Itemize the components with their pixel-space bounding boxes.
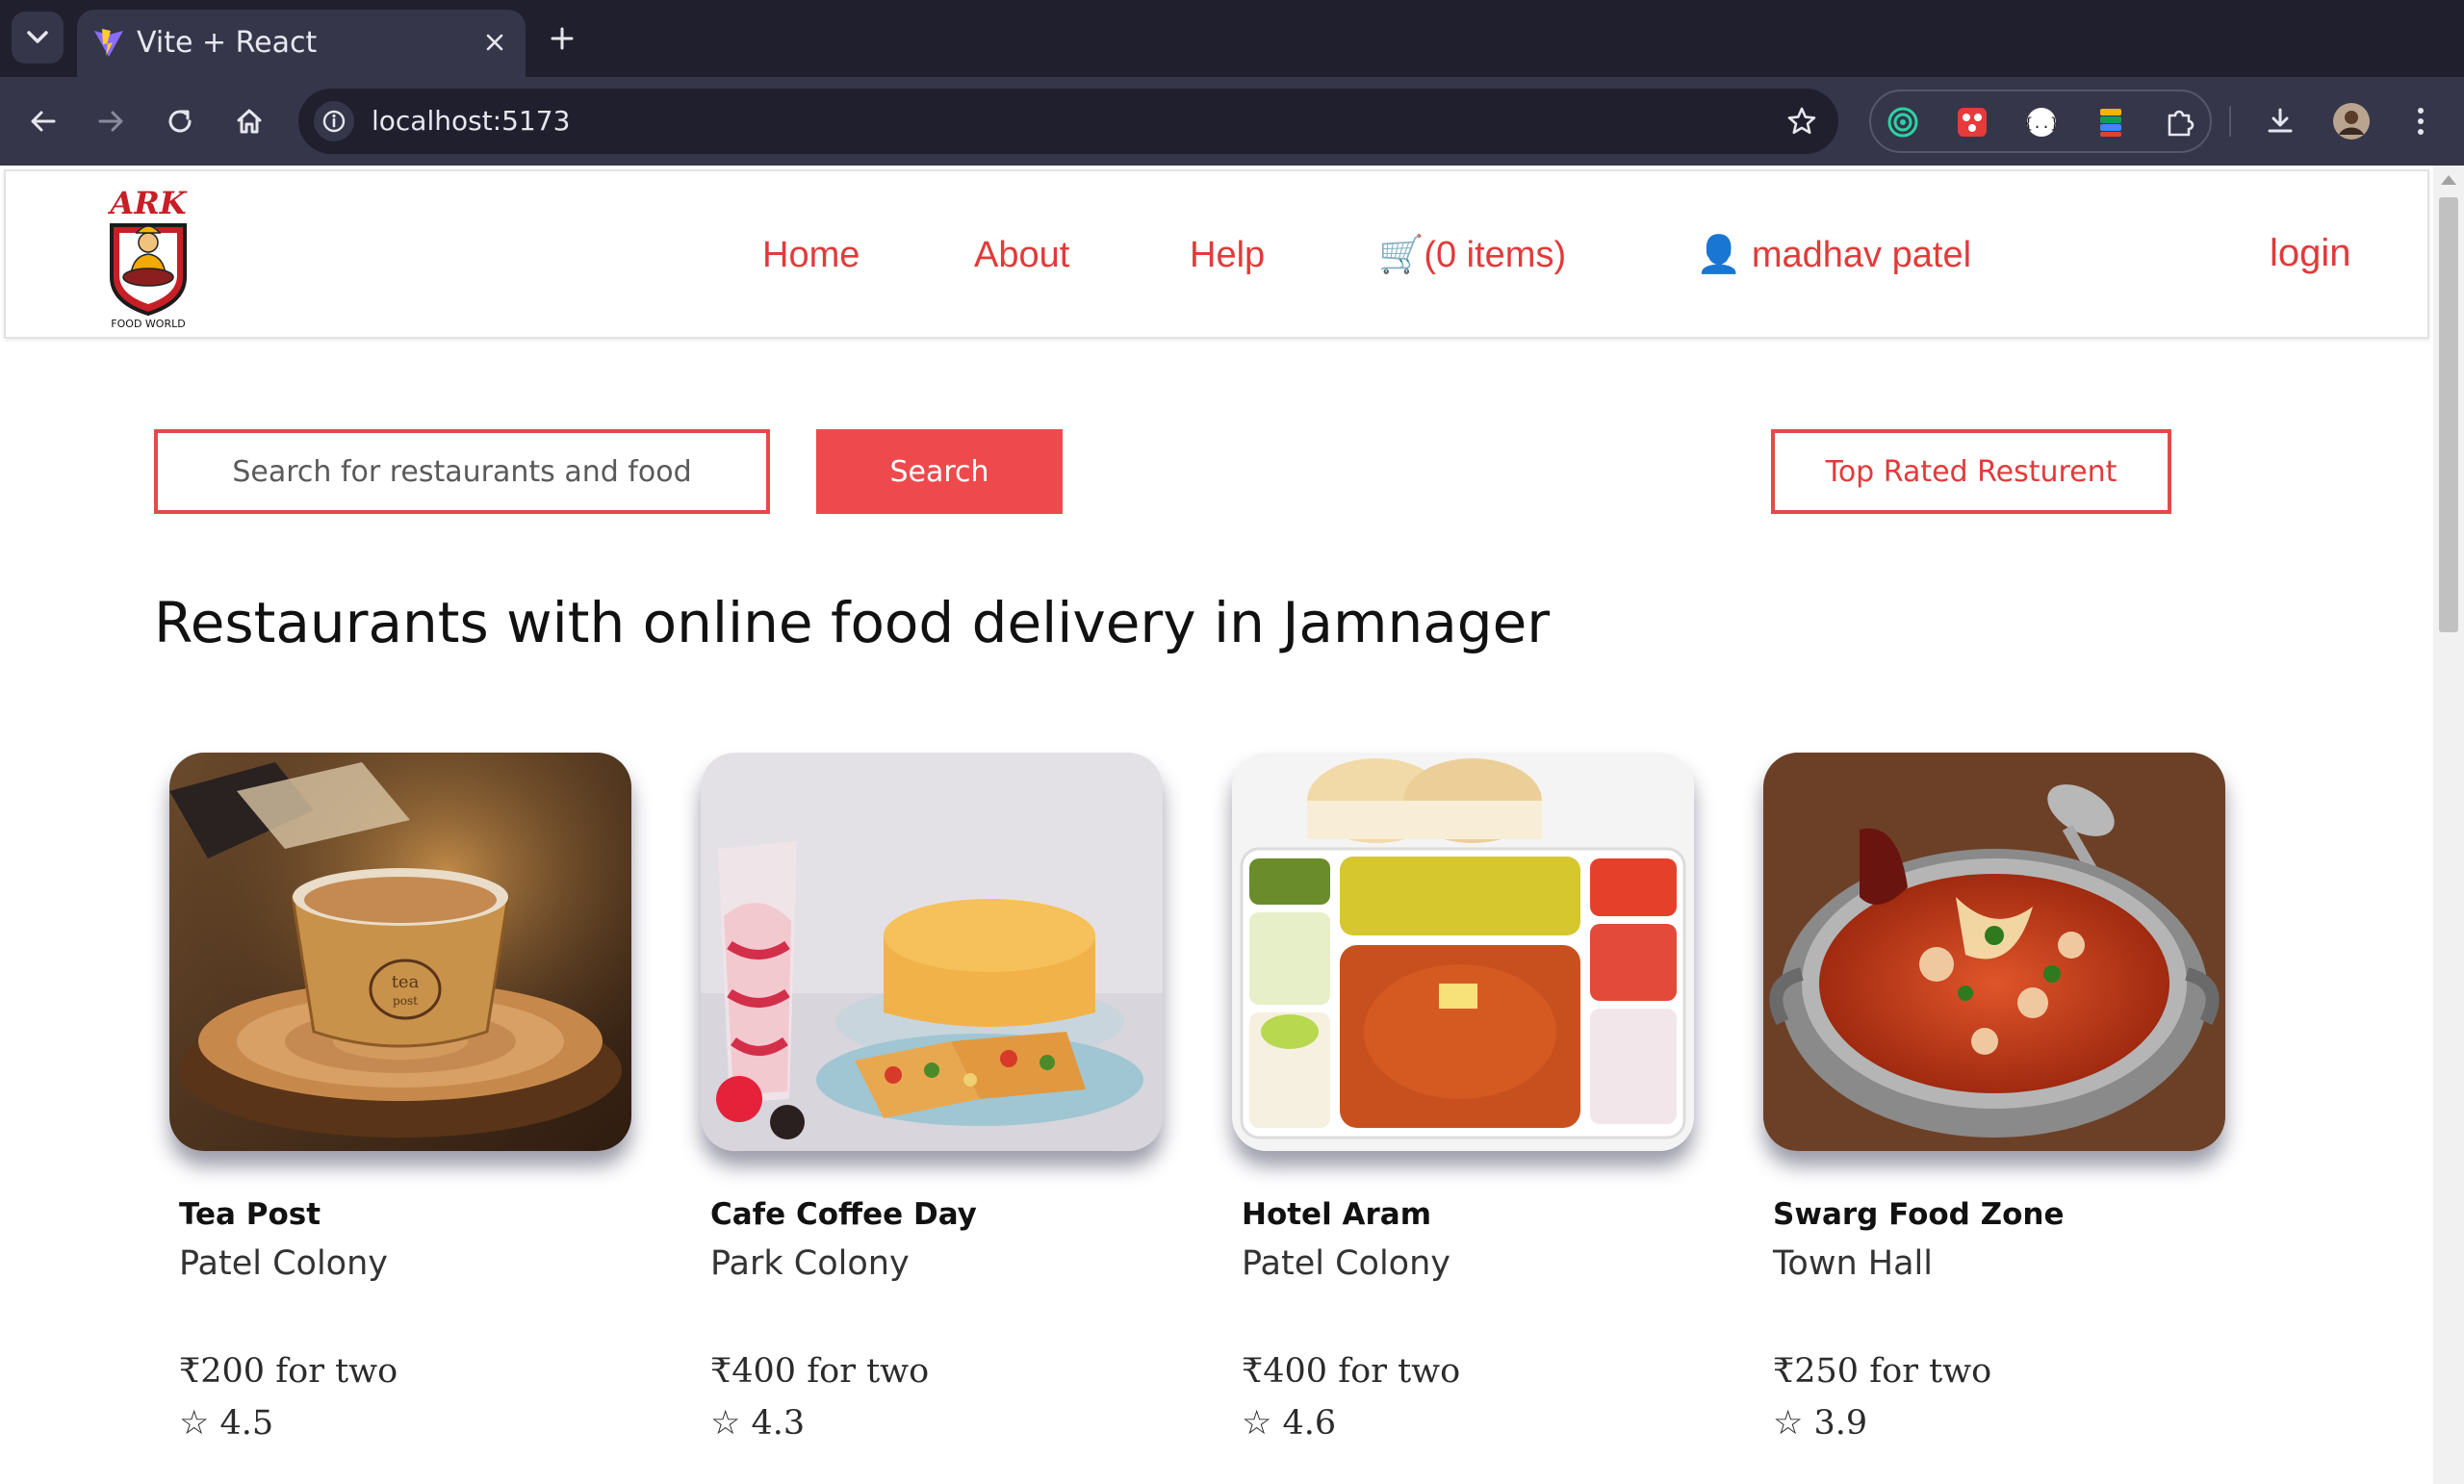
reload-button[interactable] (156, 97, 204, 145)
vite-favicon-icon (94, 29, 123, 57)
restaurant-image-tea: tea post (169, 753, 631, 1151)
restaurant-price: ₹400 for two (1242, 1352, 1461, 1391)
tab-close-button[interactable] (477, 25, 512, 60)
arrow-left-icon (31, 111, 56, 132)
restaurant-price: ₹400 for two (710, 1352, 930, 1391)
login-button[interactable]: login (2270, 231, 2351, 275)
address-url: localhost:5173 (372, 105, 571, 137)
new-tab-button[interactable] (539, 15, 585, 62)
downloads-button[interactable] (2256, 97, 2304, 145)
restaurant-image-curry (1763, 753, 2225, 1151)
restaurant-image-cafe (701, 753, 1163, 1151)
tab-title: Vite + React (137, 26, 318, 60)
restaurant-rating: ☆ 3.9 (1773, 1404, 1868, 1443)
extension-target-icon[interactable] (1885, 104, 1921, 141)
svg-text:FOOD WORLD: FOOD WORLD (111, 318, 185, 329)
restaurant-area: Patel Colony (179, 1244, 388, 1283)
extension-puzzle-red-icon[interactable] (1954, 104, 1990, 141)
extension-colorbars-icon[interactable] (2092, 104, 2129, 141)
forward-button[interactable] (87, 97, 135, 145)
tab-search-button[interactable] (12, 12, 64, 64)
restaurant-rating: ☆ 4.5 (179, 1404, 274, 1443)
red-puzzle-icon (1958, 108, 1987, 137)
browser-toolbar: localhost:5173 {..} (0, 77, 2464, 166)
restaurant-price: ₹200 for two (179, 1352, 398, 1391)
restaurant-name: Hotel Aram (1242, 1197, 1432, 1232)
home-button[interactable] (225, 97, 273, 145)
puzzle-icon (2168, 110, 2194, 137)
nav-home-link[interactable]: Home (762, 234, 860, 276)
home-icon (237, 109, 262, 134)
restaurant-area: Patel Colony (1242, 1244, 1450, 1283)
browser-menu-button[interactable] (2397, 97, 2445, 145)
svg-text:post: post (393, 994, 418, 1008)
extension-json-icon[interactable]: {..} (2023, 104, 2060, 141)
scrollbar-thumb[interactable] (2439, 197, 2458, 632)
reload-icon (168, 110, 192, 133)
restaurant-name: Tea Post (179, 1197, 321, 1232)
restaurant-rating: ☆ 4.6 (1242, 1404, 1337, 1443)
arrow-right-icon (98, 111, 123, 132)
top-rated-filter-button[interactable]: Top Rated Resturent (1771, 429, 2171, 514)
extensions-group: {..} (1869, 90, 2212, 153)
json-braces-icon: {..} (2025, 108, 2058, 137)
chevron-down-icon (27, 31, 48, 43)
restaurant-card[interactable]: Cafe Coffee Day Park Colony ₹400 for two… (701, 753, 1163, 1484)
plus-icon (551, 27, 574, 50)
search-input[interactable] (154, 429, 770, 514)
restaurant-card[interactable]: Swarg Food Zone Town Hall ₹250 for two ☆… (1763, 753, 2225, 1484)
restaurant-price: ₹250 for two (1773, 1352, 1992, 1391)
restaurant-image-pavbhaji (1232, 753, 1694, 1151)
restaurant-rating: ☆ 4.3 (710, 1404, 806, 1443)
browser-tabstrip: Vite + React (0, 0, 2464, 77)
svg-text:tea: tea (392, 972, 420, 992)
target-icon (1887, 107, 1918, 138)
download-icon (2268, 108, 2293, 133)
page-title: Restaurants with online food delivery in… (154, 590, 1551, 655)
close-icon (486, 34, 503, 51)
page-viewport: ARK FOOD WORLD Home About Help 🛒(0 items… (0, 166, 2464, 1484)
svg-text:{..}: {..} (2025, 115, 2058, 132)
restaurant-area: Park Colony (710, 1244, 910, 1283)
ark-food-world-logo[interactable]: ARK FOOD WORLD (98, 185, 198, 329)
nav-user-profile[interactable]: 👤 madhav patel (1696, 234, 1971, 276)
site-header: ARK FOOD WORLD Home About Help 🛒(0 items… (4, 169, 2429, 339)
nav-cart-link[interactable]: 🛒(0 items) (1378, 234, 1566, 276)
site-info-button[interactable] (314, 101, 354, 141)
nav-help-link[interactable]: Help (1190, 234, 1265, 276)
restaurant-card[interactable]: tea post Tea Post Patel Colony ₹200 for … (169, 753, 631, 1484)
restaurant-name: Swarg Food Zone (1773, 1197, 2065, 1232)
toolbar-separator (2229, 106, 2231, 137)
profile-button[interactable] (2327, 97, 2375, 145)
nav-about-link[interactable]: About (974, 234, 1069, 276)
restaurant-area: Town Hall (1773, 1244, 1933, 1283)
info-icon (322, 110, 346, 133)
svg-text:ARK: ARK (107, 185, 187, 221)
restaurant-name: Cafe Coffee Day (710, 1197, 977, 1232)
avatar (2333, 103, 2370, 140)
back-button[interactable] (19, 97, 67, 145)
kebab-menu-icon (2418, 108, 2424, 135)
bookmark-button[interactable] (1779, 98, 1825, 144)
star-icon (1787, 107, 1816, 135)
color-bars-icon (2100, 109, 2121, 137)
search-button[interactable]: Search (816, 429, 1063, 514)
address-bar[interactable]: localhost:5173 (298, 89, 1838, 154)
extensions-menu-button[interactable] (2162, 104, 2198, 141)
browser-tab-active[interactable]: Vite + React (77, 10, 526, 77)
scroll-up-arrow-icon[interactable] (2441, 175, 2456, 185)
restaurant-card[interactable]: Hotel Aram Patel Colony ₹400 for two ☆ 4… (1232, 753, 1694, 1484)
